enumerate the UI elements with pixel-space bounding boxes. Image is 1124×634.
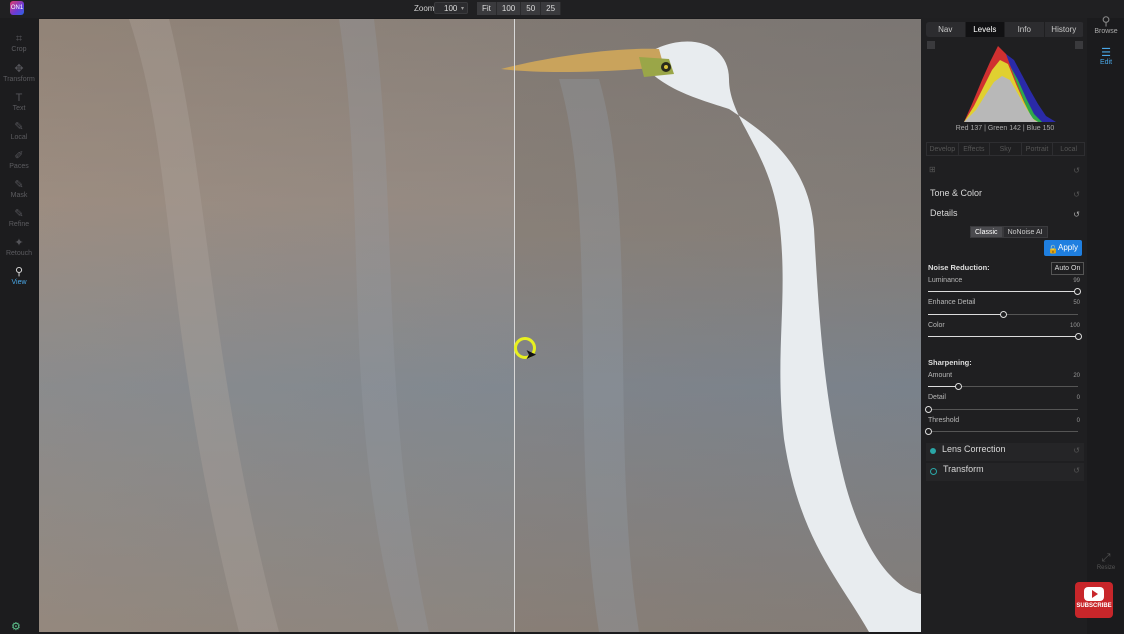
rgb-readout: Red 137 | Green 142 | Blue 150 [955,125,1055,132]
tool-paces[interactable]: ✐ Paces [0,150,38,171]
zoom-presets: Fit 100 50 25 [477,2,562,15]
transform-icon: ✥ [14,63,24,75]
reset-icon[interactable]: ↺ [1073,190,1080,199]
crop-icon: ⌗ [15,33,23,45]
zoom-label: Zoom [414,4,435,13]
brush-icon: ✎ [14,121,24,133]
tab-history[interactable]: History [1045,22,1084,37]
module-tab-portrait[interactable]: Portrait [1020,142,1054,156]
amount-value: 20 [1073,373,1080,379]
retouch-icon: ✦ [14,237,24,249]
cursor-arrow-icon: ➤ [525,346,537,362]
tool-sidebar: ⌗ Crop ✥ Transform T Text ✎ Local ✐ Paces ✎ Ma… [0,18,38,634]
module-tabs: Develop Effects Sky Portrait Local [926,142,1085,156]
mode-classic-button[interactable]: Classic [970,226,1003,238]
threshold-label: Threshold [928,417,960,424]
tool-retouch[interactable]: ✦ Retouch [0,237,38,258]
module-tab-sky[interactable]: Sky [989,142,1022,156]
luminance-value: 99 [1073,278,1080,284]
view-icon: ⚲ [14,266,24,278]
shadow-clip-icon[interactable] [927,41,935,49]
resize-button[interactable]: ⤢ Resize [1094,552,1118,571]
detail-label: Detail [928,394,946,401]
noise-mode-toggle: Classic NoNoise AI [970,226,1048,238]
tool-view[interactable]: ⚲ View [0,266,38,287]
enhance-detail-slider[interactable] [928,311,1078,318]
youtube-play-icon [1084,587,1104,601]
zoom-100-button[interactable]: 100 [496,2,522,15]
settings-gear-icon[interactable]: ⚙ [11,620,21,633]
zoom-25-button[interactable]: 25 [541,2,562,15]
app-logo: ON1 [10,1,24,15]
threshold-value: 0 [1076,418,1080,424]
detail-value: 0 [1076,395,1080,401]
threshold-slider[interactable] [925,428,1078,435]
enhance-detail-label: Enhance Detail [928,299,976,306]
enhance-detail-value: 50 [1073,300,1080,306]
sharpening-title: Sharpening: [928,358,972,367]
photo-canvas[interactable]: ➤ [39,19,921,632]
section-transform[interactable]: Transform ↺ [926,463,1084,481]
tool-crop[interactable]: ⌗ Crop [0,33,38,54]
refine-icon: ✎ [14,208,24,220]
paces-icon: ✐ [14,150,24,162]
luminance-slider[interactable] [928,288,1081,295]
tool-local[interactable]: ✎ Local [0,121,38,142]
mode-nonoise-ai-button[interactable]: NoNoise AI [1002,226,1048,238]
reset-icon[interactable]: ↺ [1073,166,1080,175]
unlock-icon: 🔓 [1048,245,1058,254]
auto-on-button[interactable]: Auto On [1051,262,1084,275]
egret-photo [39,19,921,632]
module-tab-local[interactable]: Local [1052,142,1085,156]
histogram [926,40,1084,122]
panel-tabs: Nav Levels Info History [926,22,1084,37]
amount-label: Amount [928,372,953,379]
noise-reduction-title: Noise Reduction: [928,263,990,272]
tool-mask[interactable]: ✎ Mask [0,179,38,200]
zoom-select[interactable]: 100 ▾ [434,2,468,14]
apply-button[interactable]: 🔓 Apply [1044,240,1082,256]
color-slider[interactable] [928,333,1082,340]
presets-icon[interactable]: ⊞ [929,165,936,174]
tab-levels[interactable]: Levels [965,22,1005,37]
tab-nav[interactable]: Nav [926,22,966,37]
tool-transform[interactable]: ✥ Transform [0,63,38,84]
mask-icon: ✎ [14,179,24,191]
reset-icon[interactable]: ↺ [1073,446,1080,455]
resize-icon: ⤢ [1101,552,1111,564]
sliders-icon: ☰ [1101,47,1111,59]
tool-refine[interactable]: ✎ Refine [0,208,38,229]
highlight-clip-icon[interactable] [1075,41,1083,49]
luminance-label: Luminance [928,277,963,284]
tool-text[interactable]: T Text [0,92,38,113]
section-tone-color[interactable]: Tone & Color ↺ [926,187,1084,205]
section-lens-correction[interactable]: Lens Correction ↺ [926,443,1084,461]
zoom-50-button[interactable]: 50 [521,2,542,15]
chevron-down-icon: ▾ [460,6,464,12]
section-details[interactable]: Details ↺ [926,207,1084,225]
zoom-value: 100 [444,4,458,13]
zoom-fit-button[interactable]: Fit [477,2,497,15]
top-toolbar: ON1 Zoom 100 ▾ Fit 100 50 25 [0,0,1124,18]
browse-button[interactable]: ⚲ Browse [1094,14,1118,35]
enabled-dot-icon[interactable] [930,448,936,455]
presets-row: ⊞ ↺ [926,163,1084,181]
color-label: Color [928,322,945,329]
amount-slider[interactable] [928,383,1078,390]
before-after-divider[interactable] [514,19,515,632]
reset-icon[interactable]: ↺ [1073,466,1080,475]
tab-info[interactable]: Info [1005,22,1045,37]
module-tab-effects[interactable]: Effects [957,142,991,156]
module-tab-develop[interactable]: Develop [926,142,959,156]
subscribe-badge[interactable]: SUBSCRIBE [1075,582,1113,618]
disabled-dot-icon[interactable] [930,468,937,475]
reset-icon[interactable]: ↺ [1073,210,1080,219]
edit-button[interactable]: ☰ Edit [1094,46,1118,66]
text-icon: T [15,92,23,104]
browse-icon: ⚲ [1101,14,1111,28]
color-value: 100 [1069,323,1080,329]
detail-slider[interactable] [925,406,1078,413]
